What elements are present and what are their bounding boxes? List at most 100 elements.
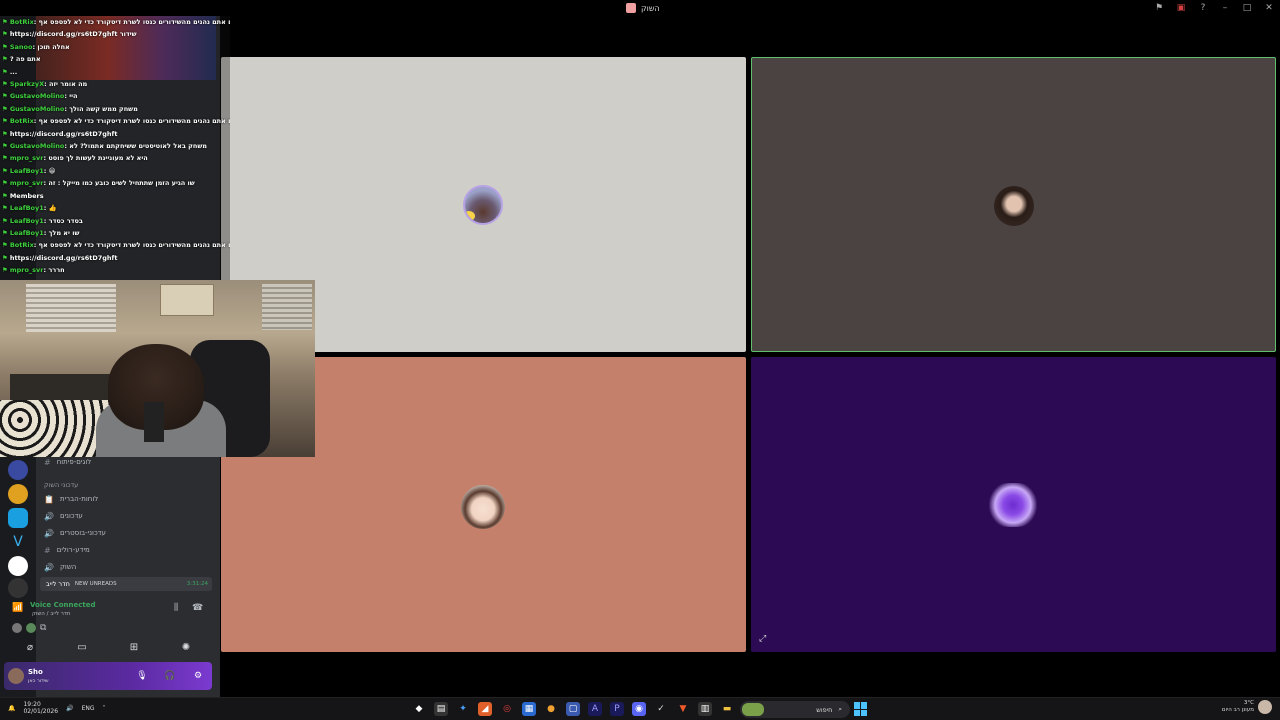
chat-message: ⚑ Sanoo: אחלה תוכן xyxy=(0,41,230,53)
new-unreads-badge[interactable]: NEW UNREADS xyxy=(75,581,117,587)
maximize-icon[interactable]: □ xyxy=(1242,3,1252,13)
voice-timer: 3:31:24 xyxy=(186,581,208,587)
signal-icon[interactable]: 📶 xyxy=(12,603,23,613)
server-icon[interactable] xyxy=(8,460,28,480)
taskbar-app-icon[interactable]: A xyxy=(588,702,602,716)
chat-text: : אם אתם נהנים מהשידורים כנסו לשרת דיסקו… xyxy=(33,241,230,250)
participant-avatar xyxy=(989,483,1037,527)
stream-chat-overlay: ⚑ BotRix : אם אתם נהנים מהשידורים כנסו לשר… xyxy=(0,16,230,282)
camera-off-icon[interactable]: ⌀ xyxy=(24,642,36,654)
chat-badge-icon: ⚑ xyxy=(2,253,8,262)
disconnect-icon[interactable]: ☎ xyxy=(192,603,203,613)
text-channel-icon: # xyxy=(44,457,51,467)
server-icon[interactable] xyxy=(8,556,28,576)
chat-badge-icon: ⚑ xyxy=(2,228,8,237)
webcam-window-blinds xyxy=(26,284,116,332)
text-channel-icon: # xyxy=(44,545,51,555)
chat-text: : 👍 xyxy=(43,204,57,213)
avatar[interactable] xyxy=(8,668,24,684)
taskbar-app-icon[interactable]: ● xyxy=(544,702,558,716)
chat-text: : מה אומר יזה xyxy=(44,80,88,89)
channel-item[interactable]: 📋 לוחות-הברית xyxy=(44,492,98,506)
start-button[interactable] xyxy=(854,702,868,716)
channel-item[interactable]: # מידע-רולים xyxy=(44,543,90,557)
channel-item[interactable]: # לוגים-פיתוח xyxy=(44,455,91,469)
category-label: עדכוני השוק xyxy=(44,481,79,489)
chat-message: ⚑ LeafBoy1: 😀 xyxy=(0,165,230,177)
server-icon[interactable] xyxy=(8,578,28,598)
chat-badge-icon: ⚑ xyxy=(2,30,8,39)
screen-icon[interactable]: ▣ xyxy=(1176,3,1186,13)
title-bar: השוק ⚑ ▣ ? – □ ✕ xyxy=(0,0,1280,16)
language-indicator[interactable]: ENG xyxy=(82,705,95,712)
channel-category[interactable]: עדכוני השוק xyxy=(44,481,78,489)
close-icon[interactable]: ✕ xyxy=(1264,3,1274,13)
noise-icon[interactable]: ⫼ xyxy=(174,603,184,613)
taskbar-app-icon[interactable]: ▢ xyxy=(566,702,580,716)
share-screen-icon[interactable]: ▭ xyxy=(76,642,88,654)
search-placeholder: חיפוש xyxy=(816,705,833,714)
participant-tile-speaking[interactable] xyxy=(751,57,1276,352)
chat-text: : אחלה תוכן xyxy=(32,42,70,51)
chat-text: https://discord.gg/rs6tD7ghft xyxy=(9,253,118,262)
chat-message: ⚑ BotRix: אם אתם נהנים מהשידורים כנסו לשר… xyxy=(0,115,230,127)
clock[interactable]: 19:20 02/01/2026 xyxy=(23,701,58,715)
chat-username: BotRix xyxy=(9,117,34,126)
taskbar-app-icon[interactable]: ◆ xyxy=(412,702,426,716)
chat-text: : בסדר כסדר xyxy=(43,216,83,225)
headphones-icon[interactable]: 🎧 xyxy=(164,670,176,682)
server-icon[interactable] xyxy=(8,508,28,528)
minimize-icon[interactable]: – xyxy=(1220,3,1230,13)
channel-item[interactable]: 🔊 עדכונים xyxy=(44,509,83,523)
steam-icon[interactable]: ✓ xyxy=(654,702,668,716)
chat-username: mpro_svr xyxy=(9,154,44,163)
participant-tile[interactable]: ⤢ xyxy=(751,357,1276,652)
taskbar-app-icon[interactable]: ◢ xyxy=(478,702,492,716)
taskbar-app-icon[interactable]: ▦ xyxy=(522,702,536,716)
clipboard-icon: 📋 xyxy=(44,494,54,504)
channel-label: השוק xyxy=(59,563,77,571)
search-input[interactable]: חיפוש ⌕ xyxy=(740,701,850,718)
folder-icon[interactable]: ▬ xyxy=(720,702,734,716)
webcam-poster xyxy=(160,284,214,316)
clock-time: 19:20 xyxy=(23,701,41,708)
server-icon[interactable]: V xyxy=(8,532,28,552)
channel-label: עדכונים xyxy=(59,512,83,520)
settings-icon[interactable]: ⚙ xyxy=(192,670,204,682)
bell-icon[interactable]: 🔔 xyxy=(8,705,15,712)
taskbar-app-icon[interactable]: ✦ xyxy=(456,702,470,716)
help-icon[interactable]: ? xyxy=(1198,3,1208,13)
username[interactable]: Sho xyxy=(28,668,43,676)
chat-badge-icon: ⚑ xyxy=(2,241,8,250)
taskbar-app-icon[interactable]: P xyxy=(610,702,624,716)
soundboard-icon[interactable]: ✺ xyxy=(180,642,192,654)
mic-icon[interactable]: 🎙 xyxy=(136,670,148,682)
voice-channel-icon: 🔊 xyxy=(44,562,54,572)
chat-message: ⚑ LeafBoy1: בסדר כסדר xyxy=(0,215,230,227)
taskbar-app-icon[interactable]: ▤ xyxy=(434,702,448,716)
channel-item[interactable]: 🔊 עדכוני-בוסטרים xyxy=(44,526,106,540)
chat-message: ⚑ https://discord.gg/rs6tD7ghft שידור xyxy=(0,28,230,40)
taskbar-app-icon[interactable]: ◎ xyxy=(500,702,514,716)
server-icon[interactable] xyxy=(8,484,28,504)
voice-connected-label[interactable]: Voice Connected xyxy=(30,601,96,609)
activities-icon[interactable]: ⊞ xyxy=(128,642,140,654)
voice-channel-label: חדר לייב xyxy=(46,580,70,588)
volume-icon[interactable]: 🔊 xyxy=(66,705,73,712)
chat-message: ⚑ mpro_svr: שו הגיע הזמן שתתחיל לשים כובע… xyxy=(0,177,230,189)
clock-date: 02/01/2026 xyxy=(23,708,59,715)
fullscreen-icon[interactable]: ⤢ xyxy=(759,634,769,644)
browser-icon[interactable]: ▼ xyxy=(676,702,690,716)
voice-channel-live[interactable]: חדר לייב NEW UNREADS 3:31:24 xyxy=(40,577,212,591)
discord-icon[interactable]: ◉ xyxy=(632,702,646,716)
pin-icon[interactable]: ⚑ xyxy=(1154,3,1164,13)
chat-message: ⚑ GustavoMolino: היי xyxy=(0,90,230,102)
chat-text: : חררר xyxy=(43,266,65,275)
weather-widget[interactable]: 3°C מעונן רב היום xyxy=(1222,700,1272,714)
channel-item[interactable]: 🔊 השוק xyxy=(44,560,76,574)
chat-username: SparkzyX xyxy=(9,80,45,89)
chat-text: https://discord.gg/rs6tD7ghft שידור xyxy=(9,30,137,39)
chevron-up-icon[interactable]: ˄ xyxy=(103,705,106,712)
participant-avatar xyxy=(994,186,1034,226)
calendar-icon[interactable]: ▥ xyxy=(698,702,712,716)
